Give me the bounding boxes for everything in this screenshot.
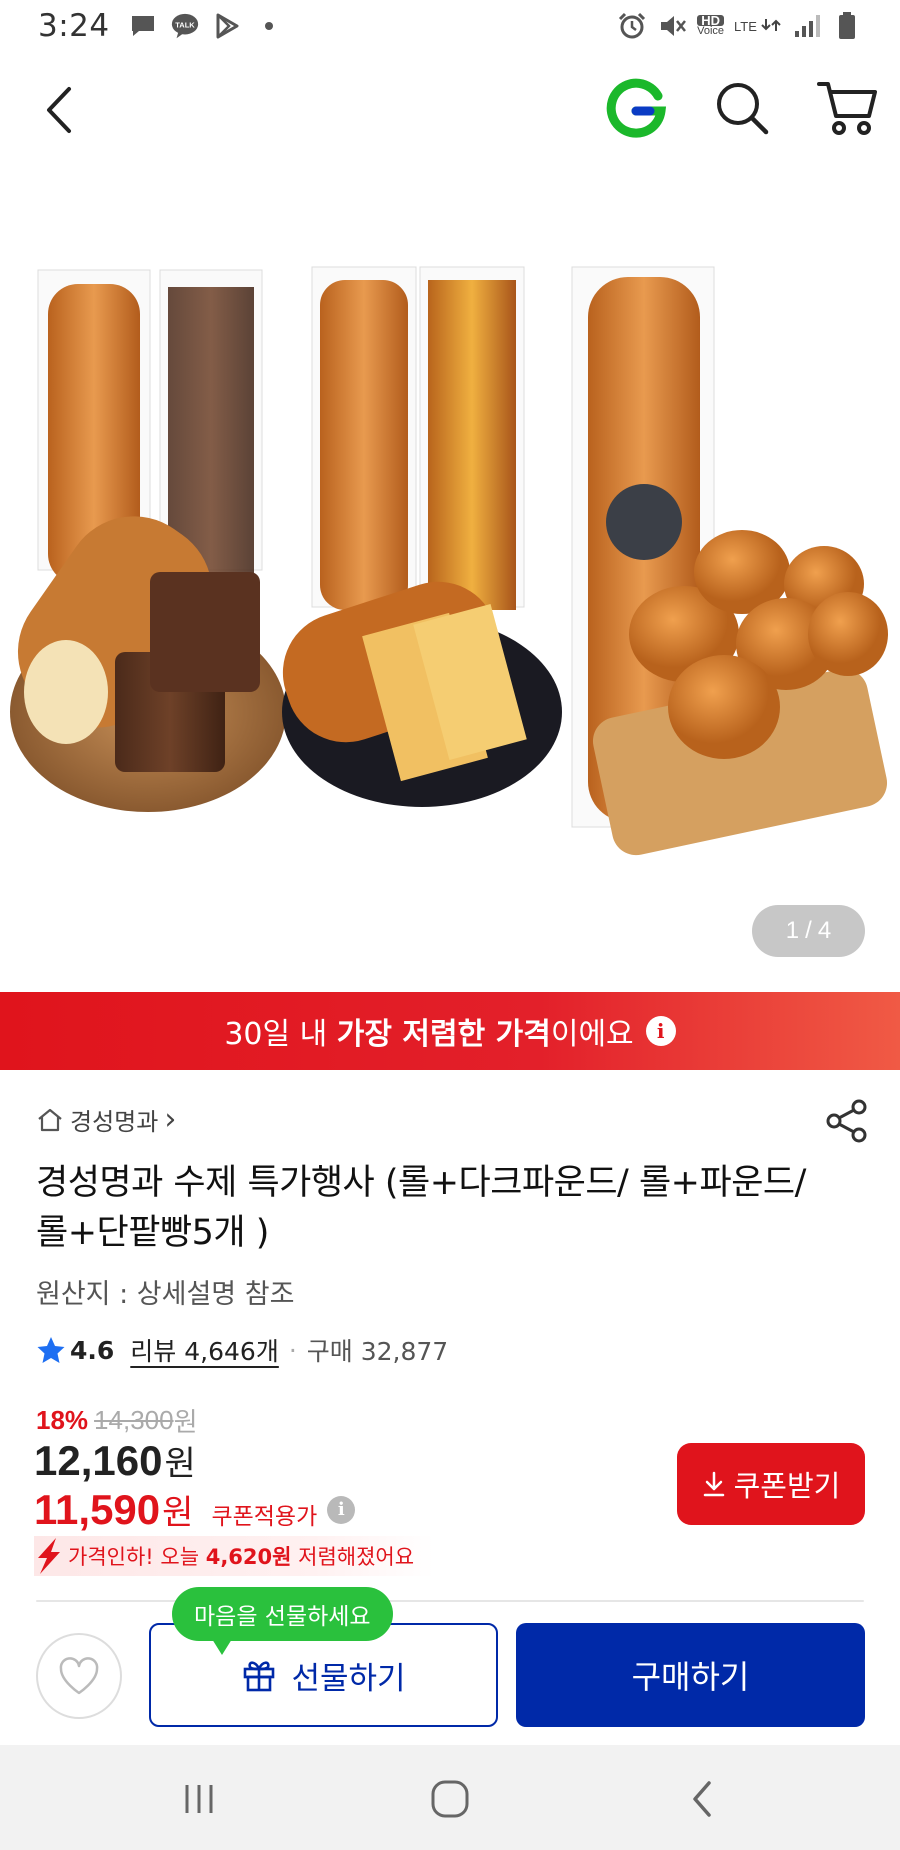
status-bar: 3:24 TALK HD Voice LTE xyxy=(0,0,900,52)
coupon-price-row: 11,590 원 쿠폰적용가 i xyxy=(34,1485,356,1534)
banner-highlight: 가장 저렴한 가격 xyxy=(336,1017,551,1052)
battery-icon xyxy=(832,11,862,41)
discount-row: 18% 14,300 원 xyxy=(36,1402,198,1439)
page-separator: / xyxy=(805,917,812,944)
hd-voice-icon: HD Voice xyxy=(697,14,725,37)
coupon-price: 11,590 xyxy=(34,1486,161,1533)
share-button[interactable] xyxy=(824,1098,870,1144)
review-link[interactable]: 리뷰 4,646개 xyxy=(130,1332,279,1368)
alarm-icon xyxy=(617,11,647,41)
price-drop-amount: 4,620원 xyxy=(205,1545,292,1569)
heart-icon xyxy=(59,1657,99,1695)
rating-row: 4.6 리뷰 4,646개 · 구매 32,877 xyxy=(36,1332,448,1368)
gmarket-logo-icon xyxy=(606,78,667,138)
app-bar xyxy=(0,62,900,152)
gift-button-label: 선물하기 xyxy=(291,1660,406,1697)
system-nav-bar xyxy=(0,1745,900,1850)
home-circle-icon xyxy=(431,1780,469,1818)
shop-link[interactable]: 경성명과 › xyxy=(36,1102,176,1137)
cart-icon xyxy=(817,82,877,135)
purchase-count: 구매 32,877 xyxy=(306,1337,449,1366)
separator-dot: · xyxy=(288,1335,297,1365)
buy-button[interactable]: 구매하기 xyxy=(516,1623,865,1727)
page-current: 1 xyxy=(785,917,800,944)
signal-icon xyxy=(792,11,822,41)
voice-label: Voice xyxy=(697,25,725,37)
original-price-unit: 원 xyxy=(173,1408,198,1438)
info-icon[interactable]: i xyxy=(645,1016,676,1046)
banner-prefix: 30일 내 xyxy=(224,1017,337,1052)
purchase-action-bar: 선물하기 구매하기 xyxy=(0,1603,900,1743)
play-store-icon xyxy=(212,11,242,41)
page-total: 4 xyxy=(817,917,832,944)
coupon-info-icon[interactable]: i xyxy=(327,1495,356,1524)
lowest-price-banner[interactable]: 30일 내 가장 저렴한 가격 이에요 i xyxy=(0,992,900,1070)
coupon-button-label: 쿠폰받기 xyxy=(733,1469,841,1503)
recent-apps-icon xyxy=(185,1785,213,1813)
price-drop-suffix: 저렴해졌어요 xyxy=(291,1545,415,1569)
shop-chevron-icon: › xyxy=(164,1101,177,1137)
page-indicator: 1 / 4 xyxy=(752,905,865,957)
share-icon xyxy=(826,1099,867,1143)
coupon-price-label: 쿠폰적용가 xyxy=(211,1504,318,1530)
coupon-download-button[interactable]: 쿠폰받기 xyxy=(677,1443,865,1525)
lte-icon: LTE xyxy=(734,18,782,34)
original-price: 14,300 xyxy=(94,1405,174,1435)
gift-icon xyxy=(244,1661,275,1692)
product-title: 경성명과 수제 특가행사 (롤+다크파운드/ 롤+파운드/ 롤+단팥빵5개 ) xyxy=(36,1163,806,1253)
price-drop-prefix: 가격인하! 오늘 xyxy=(68,1545,206,1569)
back-button[interactable] xyxy=(30,80,90,140)
home-button[interactable] xyxy=(420,1769,480,1829)
star-icon xyxy=(37,1337,65,1363)
sale-price: 12,160 xyxy=(34,1437,163,1484)
recent-apps-button[interactable] xyxy=(169,1769,229,1829)
gift-tooltip-bubble: 마음을 선물하세요 xyxy=(172,1587,393,1655)
product-origin: 원산지 : 상세설명 참조 xyxy=(36,1279,295,1310)
gift-bubble-text: 마음을 선물하세요 xyxy=(194,1604,371,1630)
search-button[interactable] xyxy=(712,78,772,138)
cart-button[interactable] xyxy=(815,76,879,140)
download-icon xyxy=(703,1471,724,1497)
shop-name: 경성명과 xyxy=(70,1108,159,1136)
message-icon xyxy=(128,11,158,41)
buy-button-label: 구매하기 xyxy=(631,1658,750,1696)
divider xyxy=(36,1600,864,1602)
mute-icon xyxy=(657,11,687,41)
rating-value: 4.6 xyxy=(70,1335,115,1365)
banner-suffix: 이에요 xyxy=(550,1017,634,1052)
status-right-icons: HD Voice LTE xyxy=(617,11,862,41)
kakaotalk-icon: TALK xyxy=(170,11,200,41)
dot-icon xyxy=(254,11,284,41)
back-icon xyxy=(693,1781,711,1817)
lte-label: LTE xyxy=(734,18,757,34)
status-time: 3:24 xyxy=(38,8,110,44)
status-left-icons: TALK xyxy=(128,11,284,41)
sale-price-row: 12,160 원 xyxy=(34,1436,196,1485)
sale-price-unit: 원 xyxy=(164,1444,196,1484)
product-image-gallery[interactable]: 1 / 4 xyxy=(0,152,900,992)
price-drop-notice: 가격인하! 오늘 4,620원 저렴해졌어요 xyxy=(34,1536,435,1576)
nav-back-button[interactable] xyxy=(672,1769,732,1829)
product-photo xyxy=(10,266,888,856)
search-icon xyxy=(717,83,769,135)
home-icon xyxy=(38,1108,62,1131)
chevron-left-icon xyxy=(47,87,71,133)
coupon-price-unit: 원 xyxy=(162,1493,194,1533)
wishlist-button[interactable] xyxy=(36,1633,122,1719)
discount-rate: 18% xyxy=(36,1405,89,1435)
talk-badge-text: TALK xyxy=(175,20,195,29)
gmarket-logo-button[interactable] xyxy=(606,78,667,138)
price-drop-arrow-icon xyxy=(38,1538,60,1574)
